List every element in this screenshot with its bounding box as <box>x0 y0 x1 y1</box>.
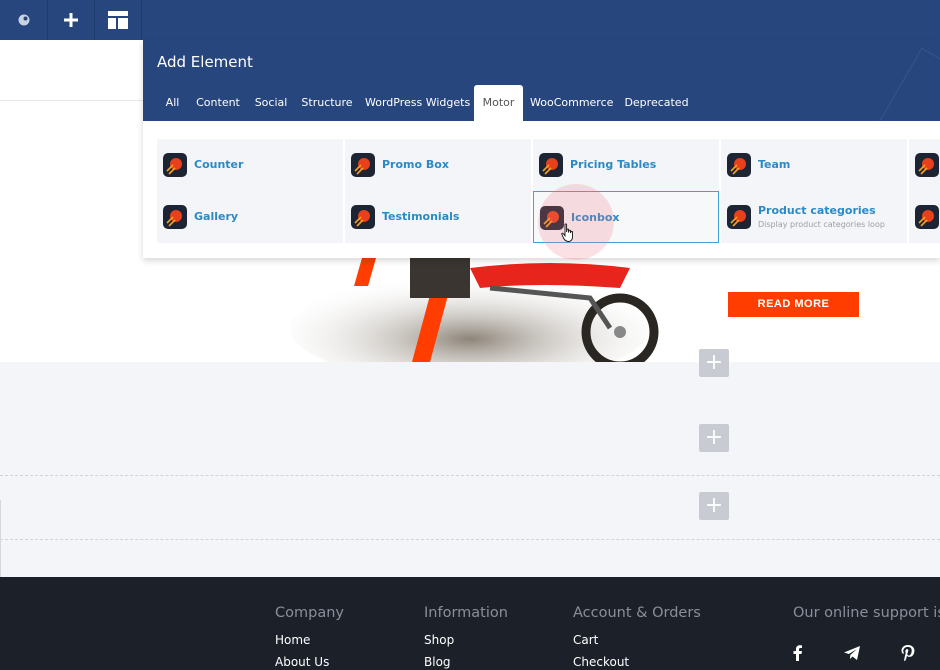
motor-element-icon <box>163 205 187 229</box>
footer-heading-account-orders: Account & Orders <box>573 605 701 621</box>
panel-header: Add Element All Content Social Structure… <box>143 40 940 121</box>
element-label: Counter <box>194 158 244 171</box>
element-counter[interactable]: Counter <box>157 139 343 191</box>
header-decoration <box>860 47 940 121</box>
footer-link-about-us[interactable]: About Us <box>275 655 329 669</box>
row-edge-line <box>0 500 1 577</box>
site-footer: Company Home About Us Information Shop B… <box>0 577 940 670</box>
telegram-icon[interactable] <box>842 643 862 663</box>
motocross-image <box>290 258 659 362</box>
motor-element-icon <box>351 153 375 177</box>
tab-social[interactable]: Social <box>252 85 290 121</box>
footer-heading-information: Information <box>424 605 508 621</box>
element-label: Pricing Tables <box>570 158 657 171</box>
footer-heading-online-support: Our online support is <box>793 605 940 621</box>
add-row-button[interactable]: + <box>699 492 729 520</box>
footer-link-cart[interactable]: Cart <box>573 633 598 647</box>
footer-heading-company: Company <box>275 605 344 621</box>
row-dashed-divider <box>0 539 940 540</box>
row-divider <box>0 100 143 101</box>
editor-toolbar <box>0 0 940 40</box>
motor-element-icon <box>727 205 751 229</box>
element-more[interactable] <box>909 139 940 191</box>
read-more-button[interactable]: READ MORE <box>728 292 859 317</box>
element-pricing-tables[interactable]: Pricing Tables <box>533 139 719 191</box>
tab-motor[interactable]: Motor <box>474 85 523 121</box>
add-row-button[interactable]: + <box>699 424 729 452</box>
element-description: Display product categories loop <box>758 220 885 229</box>
tab-content[interactable]: Content <box>194 85 242 121</box>
element-more[interactable] <box>909 191 940 243</box>
layout-icon <box>108 11 128 29</box>
motor-element-icon <box>915 153 939 177</box>
footer-link-blog[interactable]: Blog <box>424 655 451 669</box>
composer-logo-button[interactable] <box>0 0 48 40</box>
footer-link-shop[interactable]: Shop <box>424 633 454 647</box>
panel-title: Add Element <box>157 53 253 71</box>
tab-deprecated[interactable]: Deprecated <box>621 85 692 121</box>
element-team[interactable]: Team <box>721 139 907 191</box>
add-row-button[interactable]: + <box>699 349 729 377</box>
tab-wordpress-widgets[interactable]: WordPress Widgets <box>365 85 470 121</box>
element-label: Gallery <box>194 210 239 223</box>
element-label: Team <box>758 158 791 171</box>
tab-woocommerce[interactable]: WooCommerce <box>530 85 613 121</box>
element-product-categories[interactable]: Product categories Display product categ… <box>721 191 907 243</box>
row-dashed-divider <box>0 475 940 476</box>
motor-element-icon <box>727 153 751 177</box>
footer-link-home[interactable]: Home <box>275 633 310 647</box>
motor-element-icon <box>539 153 563 177</box>
motor-element-icon <box>915 205 939 229</box>
add-element-button[interactable] <box>48 0 95 40</box>
tab-structure[interactable]: Structure <box>300 85 354 121</box>
pinterest-icon[interactable] <box>898 643 918 663</box>
element-label: Testimonials <box>382 210 460 223</box>
layout-button[interactable] <box>95 0 142 40</box>
element-promo-box[interactable]: Promo Box <box>345 139 531 191</box>
element-label: Promo Box <box>382 158 449 171</box>
facebook-icon[interactable] <box>788 643 808 663</box>
plus-icon <box>64 13 78 27</box>
motor-element-icon <box>163 153 187 177</box>
element-testimonials[interactable]: Testimonials <box>345 191 531 243</box>
click-highlight <box>538 184 614 260</box>
hand-cursor-icon <box>561 223 573 242</box>
element-label: Product categories <box>758 204 876 217</box>
element-gallery[interactable]: Gallery <box>157 191 343 243</box>
footer-link-checkout[interactable]: Checkout <box>573 655 629 669</box>
composer-logo-icon <box>18 14 29 26</box>
motor-element-icon <box>351 205 375 229</box>
tab-all[interactable]: All <box>159 85 186 121</box>
